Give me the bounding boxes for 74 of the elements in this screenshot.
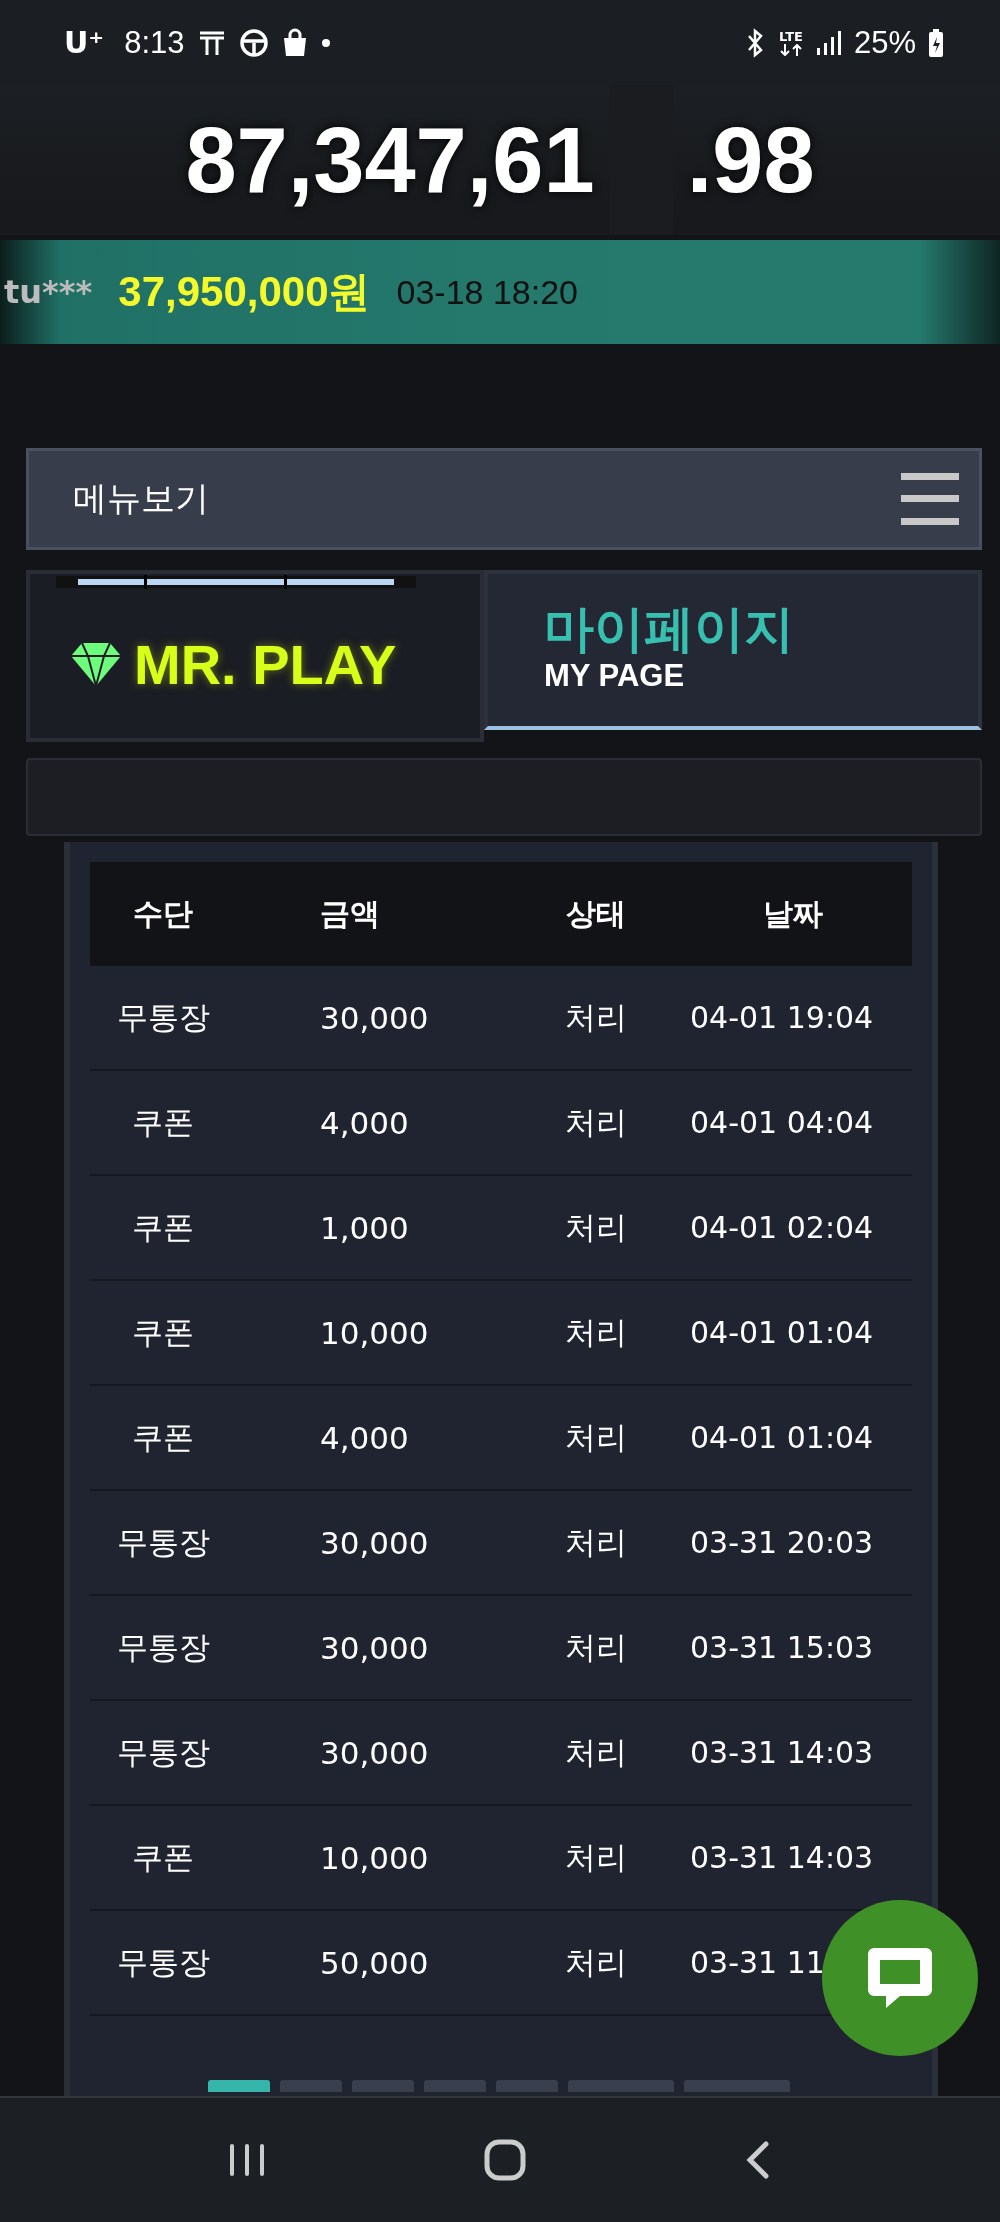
- table-cell-text: 쿠폰: [131, 1312, 195, 1352]
- page-button[interactable]: [496, 2080, 558, 2092]
- notification-dot-icon: [320, 37, 331, 48]
- table-cell-text: 무통장: [115, 1732, 211, 1772]
- recent-apps-icon: [228, 2142, 267, 2178]
- table-cell-text: 04-01 01:04: [689, 1315, 875, 1350]
- page-button[interactable]: [280, 2080, 342, 2092]
- table-cell-text: 04-01 02:04: [689, 1210, 875, 1245]
- winner-name: tu***: [4, 273, 93, 311]
- table-cell-text: 무통장: [115, 997, 211, 1037]
- table-cell-text: 처리: [564, 1207, 628, 1247]
- table-cell-text: 무통장: [115, 1627, 211, 1667]
- table-cell-text: 처리: [564, 1942, 628, 1982]
- battery-charging-icon: [928, 27, 944, 58]
- table-cell-text: 무통장: [115, 1942, 211, 1982]
- table-cell-text: 쿠폰: [131, 1102, 195, 1142]
- table-cell-text: 처리: [564, 1417, 628, 1457]
- diamond-icon: [70, 641, 122, 687]
- table-cell-text: 30,000: [319, 1734, 430, 1771]
- data-arrows-icon: [777, 43, 804, 56]
- battery-percent: 25%: [853, 24, 916, 61]
- table-cell-text: 03-31 14:03: [689, 1840, 875, 1875]
- table-cell-text: 03-31 15:03: [689, 1630, 875, 1665]
- table-cell-text: 처리: [564, 1627, 628, 1667]
- table-cell-text: 처리: [564, 1312, 628, 1352]
- table-cell-text: 30,000: [319, 1524, 430, 1561]
- page-subtitle: MY PAGE: [544, 658, 686, 694]
- steering-wheel-icon: [238, 27, 269, 58]
- table-cell-text: 처리: [564, 997, 628, 1037]
- page-title: 마이페이지: [544, 600, 795, 658]
- table-cell-text: 처리: [564, 1522, 628, 1562]
- page-button[interactable]: [684, 2080, 790, 2092]
- table-cell-text: 10,000: [319, 1839, 430, 1876]
- table-cell-text: 03-31 20:03: [689, 1525, 875, 1560]
- table-cell-text: 1,000: [319, 1209, 410, 1246]
- page-button[interactable]: [208, 2080, 270, 2092]
- table-cell-text: 10,000: [319, 1314, 430, 1351]
- site-logo[interactable]: MR. PLAY: [134, 631, 397, 697]
- table-cell-text: 04-01 04:04: [689, 1105, 875, 1140]
- jackpot-decimals: .98: [686, 107, 815, 213]
- table-cell-text: 처리: [564, 1837, 628, 1877]
- home-icon: [483, 2138, 527, 2182]
- menu-icon: [901, 473, 959, 525]
- column-header: 날짜: [762, 894, 824, 933]
- table-cell-text: 무통장: [115, 1522, 211, 1562]
- table-cell-text: 04-01 01:04: [689, 1420, 875, 1455]
- column-header: 금액: [319, 894, 381, 933]
- column-header: 수단: [132, 894, 194, 933]
- page-button[interactable]: [568, 2080, 674, 2092]
- page-button[interactable]: [424, 2080, 486, 2092]
- network-label: LTE: [779, 29, 803, 44]
- signal-icon: [815, 29, 842, 56]
- menu-bar[interactable]: 메뉴보기: [26, 448, 982, 550]
- jackpot-amount: 87,347,61: [185, 107, 595, 213]
- table-cell-text: 쿠폰: [131, 1417, 195, 1457]
- winner-date: 03-18 18:20: [396, 272, 578, 312]
- table-cell-text: 처리: [564, 1732, 628, 1772]
- table-cell-text: 03-31 11: [689, 1945, 826, 1980]
- table-cell-text: 50,000: [319, 1944, 430, 1981]
- table-cell-text: 쿠폰: [131, 1837, 195, 1877]
- menu-label: 메뉴보기: [73, 477, 209, 520]
- carrier-label: U⁺: [64, 25, 105, 60]
- table-cell-text: 03-31 14:03: [689, 1735, 875, 1770]
- table-cell-text: 30,000: [319, 1629, 430, 1666]
- table-cell-text: 04-01 19:04: [689, 1000, 875, 1035]
- clock-time: 8:13: [124, 24, 185, 61]
- table-cell-text: 30,000: [319, 999, 430, 1036]
- column-header: 상태: [565, 894, 627, 933]
- page-button[interactable]: [352, 2080, 414, 2092]
- table-cell-text: 4,000: [319, 1104, 410, 1141]
- winner-amount: 37,950,000원: [118, 267, 371, 317]
- table-cell-text: 4,000: [319, 1419, 410, 1456]
- table-cell-text: 쿠폰: [131, 1207, 195, 1247]
- table-cell-text: 처리: [564, 1102, 628, 1142]
